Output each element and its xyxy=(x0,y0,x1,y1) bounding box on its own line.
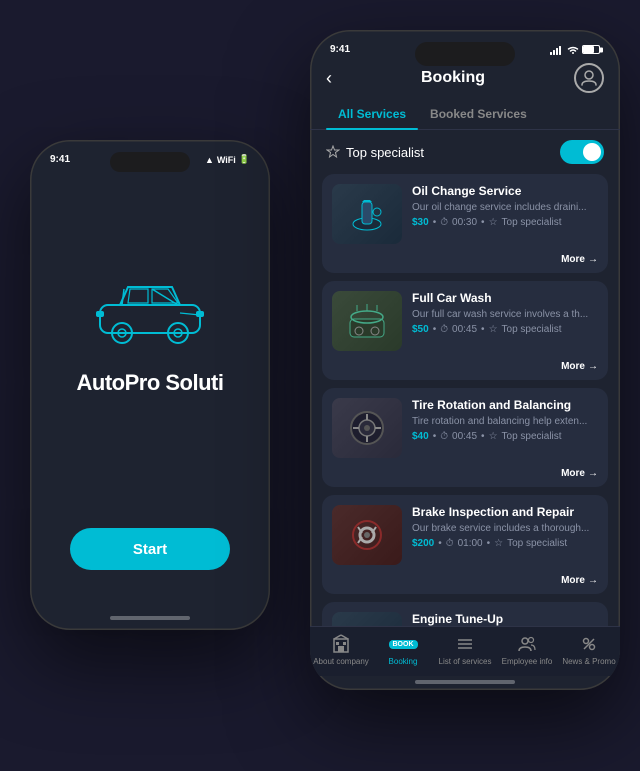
tabs-bar: All Services Booked Services xyxy=(310,99,620,130)
service-desc-tire: Tire rotation and balancing help exten..… xyxy=(412,415,598,428)
back-button[interactable]: ‹ xyxy=(326,68,332,89)
right-phone: 9:41 ‹ Booking xyxy=(310,30,620,690)
service-info-tire: Tire Rotation and Balancing Tire rotatio… xyxy=(412,398,598,458)
service-meta-tire: $40 • ⏱ 00:45 • ☆ Top specialist xyxy=(412,431,598,442)
left-phone: 9:41 ▲ WiFi 🔋 xyxy=(30,140,270,630)
battery-icon xyxy=(582,45,600,54)
service-card-engine: Engine Tune-Up An engine tune-up involve… xyxy=(322,602,608,626)
left-phone-notch xyxy=(110,152,190,172)
tab-all-services[interactable]: All Services xyxy=(326,99,418,129)
top-specialist-toggle[interactable] xyxy=(560,140,604,164)
nav-services-list[interactable]: List of services xyxy=(434,633,496,666)
more-link-wash[interactable]: More → xyxy=(561,361,598,372)
specialist-filter-row: Top specialist xyxy=(310,130,620,174)
scene: 9:41 ▲ WiFi 🔋 xyxy=(0,0,640,771)
service-thumb-tire xyxy=(332,398,402,458)
tab-booked-services[interactable]: Booked Services xyxy=(418,99,539,129)
service-name-tire: Tire Rotation and Balancing xyxy=(412,398,598,412)
right-phone-notch xyxy=(415,42,515,66)
service-price-oil: $30 xyxy=(412,217,429,228)
nav-news-label: News & Promo xyxy=(562,657,615,666)
service-name-brake: Brake Inspection and Repair xyxy=(412,505,598,519)
nav-about[interactable]: About company xyxy=(310,633,372,666)
left-home-bar xyxy=(110,616,190,620)
nav-booking-label: Booking xyxy=(389,657,418,666)
service-name-engine: Engine Tune-Up xyxy=(412,612,598,626)
star-icon xyxy=(326,145,340,159)
right-status-icons xyxy=(550,45,600,55)
wifi-icon xyxy=(567,45,579,55)
calendar-icon: BOOK xyxy=(392,633,414,655)
service-thumb-oil xyxy=(332,184,402,244)
service-card-oil-change: Oil Change Service Our oil change servic… xyxy=(322,174,608,273)
percent-icon xyxy=(578,633,600,655)
service-info-brake: Brake Inspection and Repair Our brake se… xyxy=(412,505,598,565)
people-icon xyxy=(516,633,538,655)
avatar-button[interactable] xyxy=(574,63,604,93)
service-desc-oil: Our oil change service includes draini..… xyxy=(412,201,598,214)
service-card-car-wash: Full Car Wash Our full car wash service … xyxy=(322,281,608,380)
nav-about-label: About company xyxy=(313,657,369,666)
service-info-wash: Full Car Wash Our full car wash service … xyxy=(412,291,598,351)
nav-employees-label: Employee info xyxy=(502,657,553,666)
service-meta-wash: $50 • ⏱ 00:45 • ☆ Top specialist xyxy=(412,324,598,335)
nav-employees[interactable]: Employee info xyxy=(496,633,558,666)
more-link-oil[interactable]: More → xyxy=(561,254,598,265)
app-title: AutoPro Soluti xyxy=(77,370,224,396)
right-home-bar xyxy=(415,680,515,684)
right-time: 9:41 xyxy=(330,44,350,55)
signal-icon xyxy=(550,45,564,55)
building-icon xyxy=(330,633,352,655)
service-info-oil: Oil Change Service Our oil change servic… xyxy=(412,184,598,244)
left-status-icons: ▲ WiFi 🔋 xyxy=(205,154,250,165)
service-card-tire: Tire Rotation and Balancing Tire rotatio… xyxy=(322,388,608,487)
left-main-content: AutoPro Soluti xyxy=(30,165,270,505)
nav-booking[interactable]: BOOK Booking xyxy=(372,633,434,666)
car-icon xyxy=(90,275,210,350)
nav-news[interactable]: News & Promo xyxy=(558,633,620,666)
service-thumb-engine xyxy=(332,612,402,626)
service-meta-brake: $200 • ⏱ 01:00 • ☆ Top specialist xyxy=(412,538,598,549)
more-link-tire[interactable]: More → xyxy=(561,468,598,479)
nav-services-label: List of services xyxy=(439,657,492,666)
service-card-brake: Brake Inspection and Repair Our brake se… xyxy=(322,495,608,594)
service-thumb-brake xyxy=(332,505,402,565)
list-icon xyxy=(454,633,476,655)
service-desc-wash: Our full car wash service involves a th.… xyxy=(412,308,598,321)
service-name-oil: Oil Change Service xyxy=(412,184,598,198)
service-thumb-wash xyxy=(332,291,402,351)
service-meta-oil: $30 • ⏱ 00:30 • ☆ Top specialist xyxy=(412,217,598,228)
left-time: 9:41 xyxy=(50,154,70,165)
bottom-nav: About company BOOK Booking List of servi… xyxy=(310,626,620,676)
service-name-wash: Full Car Wash xyxy=(412,291,598,305)
header-title: Booking xyxy=(421,69,485,87)
specialist-label: Top specialist xyxy=(326,145,424,160)
more-link-brake[interactable]: More → xyxy=(561,575,598,586)
start-button[interactable]: Start xyxy=(70,528,230,570)
service-list: Oil Change Service Our oil change servic… xyxy=(310,174,620,626)
service-info-engine: Engine Tune-Up An engine tune-up involve… xyxy=(412,612,598,626)
user-icon xyxy=(580,69,598,87)
service-desc-brake: Our brake service includes a thorough... xyxy=(412,522,598,535)
